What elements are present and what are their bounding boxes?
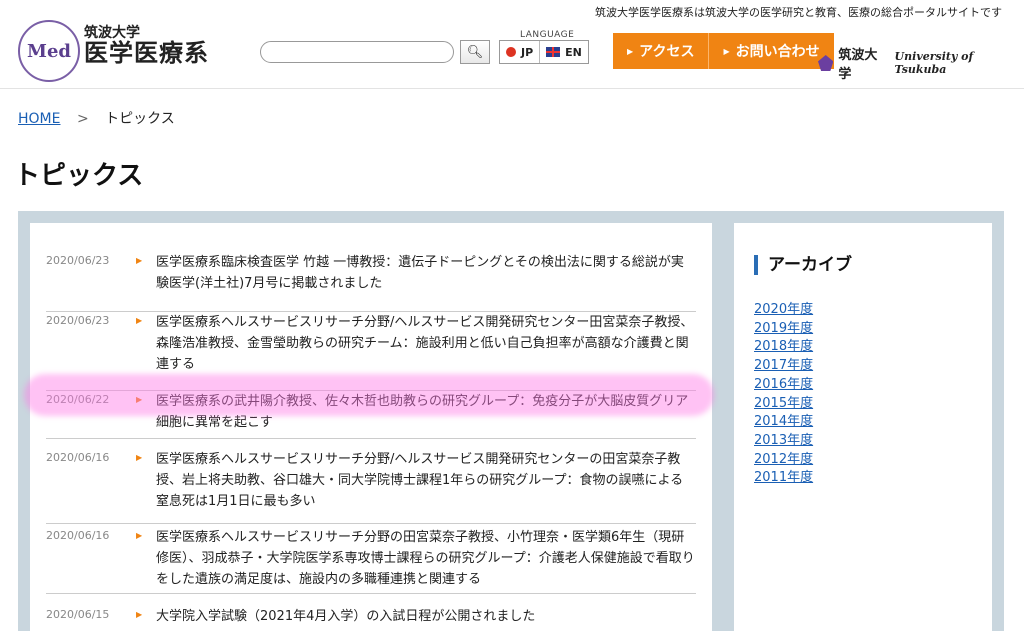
triangle-right-icon: ▶ bbox=[136, 256, 143, 265]
site-header: Med 筑波大学 医学医療系 🔍︎ LANGUAGE JP EN ▶ アクセス … bbox=[0, 0, 1024, 89]
language-en[interactable]: EN bbox=[539, 41, 588, 63]
tsukuba-logo[interactable]: 筑波大学 University of Tsukuba bbox=[818, 44, 1024, 82]
archive-year-link[interactable]: 2015年度 bbox=[754, 395, 813, 414]
archive-title: アーカイブ bbox=[754, 255, 852, 275]
news-link[interactable]: 医学医療系臨床検査医学 竹越 一博教授：遺伝子ドーピングとその検出法に関する総説… bbox=[156, 252, 696, 294]
japan-flag-icon bbox=[506, 47, 516, 57]
chevron-right-icon: > bbox=[76, 111, 89, 127]
news-link[interactable]: 大学院入学試験（2021年4月入学）の入試日程が公開されました bbox=[156, 606, 696, 627]
breadcrumb: HOME > トピックス bbox=[18, 108, 175, 128]
news-list: 2020/06/23 ▶ 医学医療系臨床検査医学 竹越 一博教授：遺伝子ドーピン… bbox=[30, 223, 712, 633]
contact-button-label: お問い合わせ bbox=[735, 44, 820, 60]
uk-flag-icon bbox=[546, 47, 561, 57]
news-item[interactable]: 2020/06/16 ▶ 医学医療系ヘルスサービスリサーチ分野/ヘルスサービス開… bbox=[46, 451, 696, 524]
news-date: 2020/06/23 bbox=[46, 254, 110, 267]
site-logo[interactable]: 筑波大学 医学医療系 bbox=[84, 26, 209, 66]
tsukuba-name-en: University of Tsukuba bbox=[894, 50, 974, 76]
language-jp-label: JP bbox=[521, 45, 534, 59]
archive-year-link[interactable]: 2016年度 bbox=[754, 376, 813, 395]
language-jp[interactable]: JP bbox=[500, 41, 539, 63]
triangle-right-icon: ▶ bbox=[136, 316, 143, 325]
news-date: 2020/06/16 bbox=[46, 451, 110, 464]
news-item[interactable]: 2020/06/15 ▶ 大学院入学試験（2021年4月入学）の入試日程が公開さ… bbox=[46, 608, 696, 638]
breadcrumb-home-link[interactable]: HOME bbox=[18, 111, 60, 127]
med-logo-icon[interactable]: Med bbox=[18, 20, 80, 82]
triangle-right-icon: ▶ bbox=[627, 46, 634, 56]
contact-button[interactable]: ▶ お問い合わせ bbox=[709, 33, 834, 69]
breadcrumb-current: トピックス bbox=[105, 111, 175, 127]
archive-year-link[interactable]: 2011年度 bbox=[754, 469, 813, 488]
archive-year-link[interactable]: 2019年度 bbox=[754, 320, 813, 339]
highlight-marker bbox=[24, 374, 714, 416]
news-date: 2020/06/23 bbox=[46, 314, 110, 327]
archive-year-link[interactable]: 2012年度 bbox=[754, 451, 813, 470]
page-title: トピックス bbox=[14, 161, 144, 191]
archive-year-link[interactable]: 2014年度 bbox=[754, 413, 813, 432]
language-switcher: JP EN bbox=[499, 40, 589, 64]
search-button[interactable]: 🔍︎ bbox=[460, 40, 490, 64]
access-button-label: アクセス bbox=[639, 44, 695, 60]
tsukuba-name-jp: 筑波大学 bbox=[838, 48, 878, 82]
language-label: LANGUAGE bbox=[520, 30, 575, 40]
search-icon: 🔍︎ bbox=[466, 44, 484, 60]
header-buttons: ▶ アクセス ▶ お問い合わせ bbox=[613, 33, 834, 69]
triangle-right-icon: ▶ bbox=[723, 46, 730, 56]
tsukuba-emblem-icon bbox=[818, 55, 834, 71]
archive-year-link[interactable]: 2013年度 bbox=[754, 432, 813, 451]
search-input[interactable] bbox=[260, 41, 454, 63]
news-item[interactable]: 2020/06/23 ▶ 医学医療系臨床検査医学 竹越 一博教授：遺伝子ドーピン… bbox=[46, 254, 696, 312]
archive-year-link[interactable]: 2017年度 bbox=[754, 357, 813, 376]
content-frame: 2020/06/23 ▶ 医学医療系臨床検査医学 竹越 一博教授：遺伝子ドーピン… bbox=[18, 211, 1004, 633]
news-link[interactable]: 医学医療系ヘルスサービスリサーチ分野の田宮菜奈子教授、小竹理奈・医学類6年生（現… bbox=[156, 527, 696, 590]
news-item[interactable]: 2020/06/16 ▶ 医学医療系ヘルスサービスリサーチ分野の田宮菜奈子教授、… bbox=[46, 529, 696, 594]
language-en-label: EN bbox=[565, 45, 582, 59]
triangle-right-icon: ▶ bbox=[136, 610, 143, 619]
archive-sidebar: アーカイブ 2020年度 2019年度 2018年度 2017年度 2016年度… bbox=[734, 223, 992, 633]
access-button[interactable]: ▶ アクセス bbox=[613, 33, 710, 69]
news-date: 2020/06/15 bbox=[46, 608, 110, 621]
news-date: 2020/06/16 bbox=[46, 529, 110, 542]
search-bar: 🔍︎ bbox=[260, 40, 490, 64]
archive-year-link[interactable]: 2018年度 bbox=[754, 338, 813, 357]
archive-list: 2020年度 2019年度 2018年度 2017年度 2016年度 2015年… bbox=[754, 301, 813, 488]
logo-department: 医学医療系 bbox=[84, 38, 209, 67]
triangle-right-icon: ▶ bbox=[136, 453, 143, 462]
news-link[interactable]: 医学医療系ヘルスサービスリサーチ分野/ヘルスサービス開発研究センターの田宮菜奈子… bbox=[156, 449, 696, 512]
archive-year-link[interactable]: 2020年度 bbox=[754, 301, 813, 320]
triangle-right-icon: ▶ bbox=[136, 531, 143, 540]
news-link[interactable]: 医学医療系ヘルスサービスリサーチ分野/ヘルスサービス開発研究センター田宮菜奈子教… bbox=[156, 312, 696, 375]
